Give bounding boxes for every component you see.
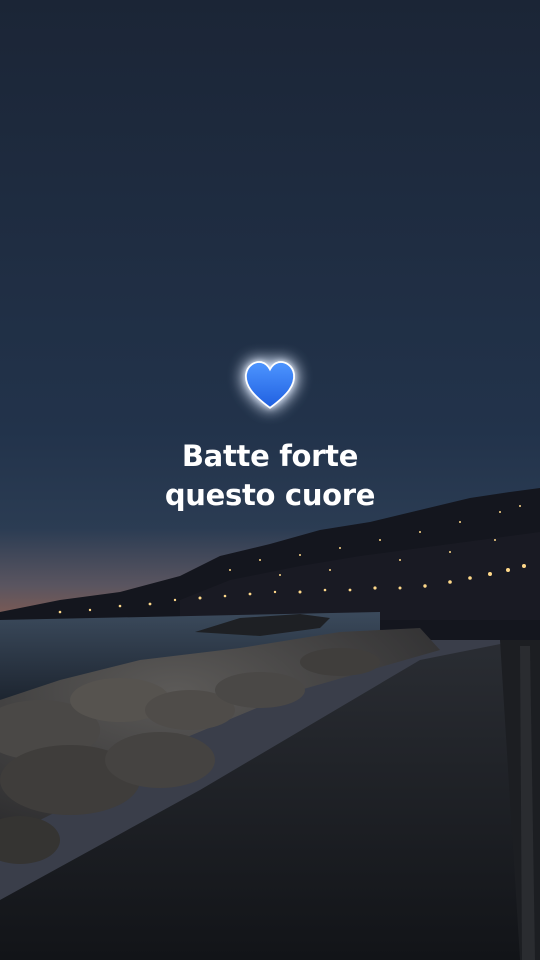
caption-line-2: questo cuore — [164, 478, 376, 512]
blue-heart-icon — [245, 361, 295, 409]
story-overlay: Batte forte questo cuore — [0, 355, 540, 515]
caption-line-1: Batte forte — [181, 439, 359, 473]
story-caption: Batte forte questo cuore — [0, 437, 540, 515]
